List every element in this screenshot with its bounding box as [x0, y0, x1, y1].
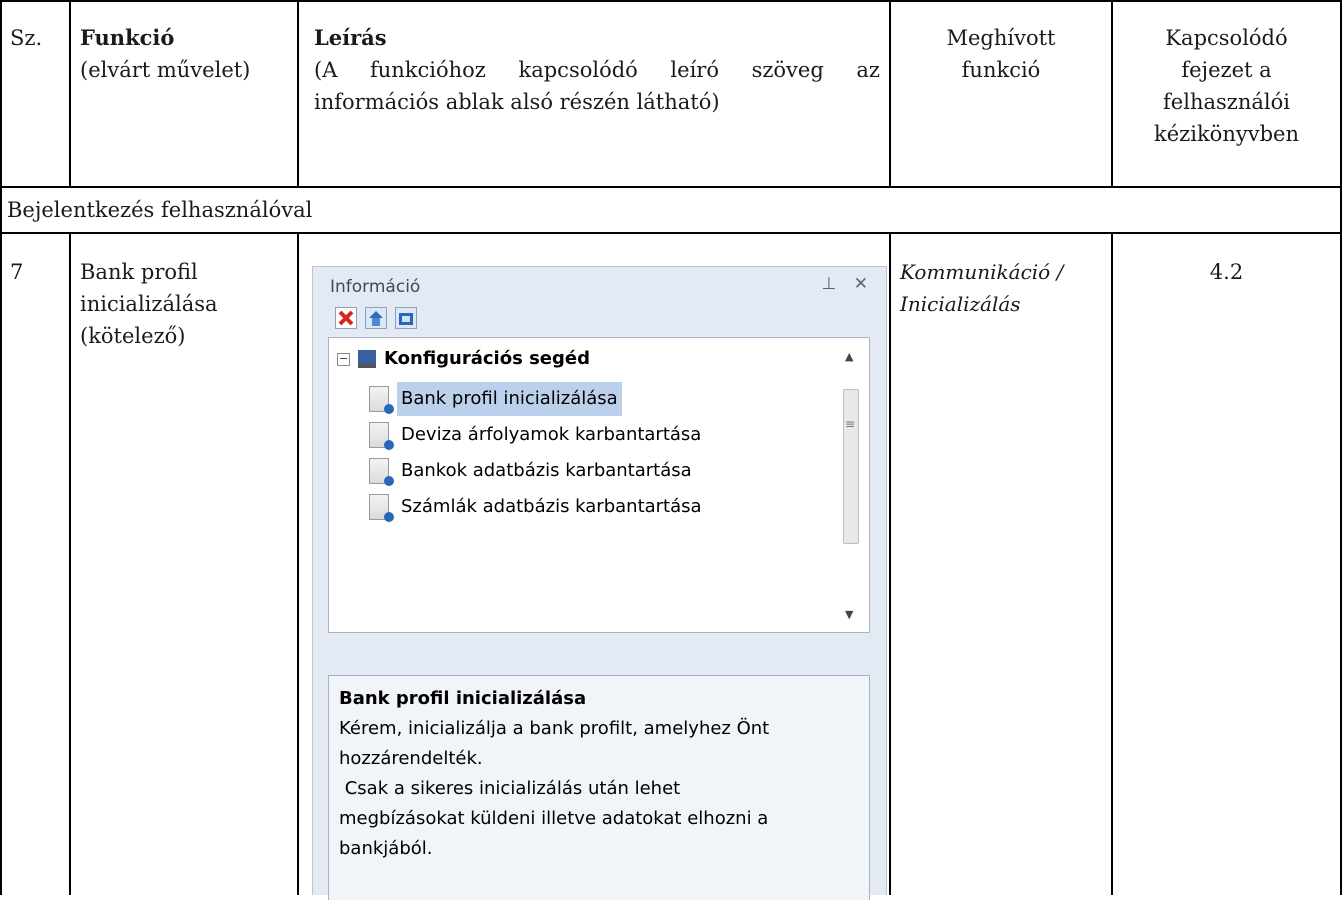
header-funkcio-sub: (elvárt művelet)	[80, 58, 251, 82]
header-funkcio: Funkció (elvárt művelet)	[80, 22, 250, 86]
collapse-icon[interactable]: −	[337, 352, 350, 366]
tree-item-bankok[interactable]: Bankok adatbázis karbantartása	[369, 454, 696, 488]
header-leiras: Leírás (A funkcióhoz kapcsolódó leíró sz…	[314, 22, 880, 118]
scroll-up-icon[interactable]: ▲	[845, 350, 853, 363]
tree-item-label: Deviza árfolyamok karbantartása	[401, 424, 702, 445]
description-line-3: Csak a sikeres inicializálás után lehet	[339, 778, 681, 799]
tree-item-label: Számlák adatbázis karbantartása	[401, 496, 702, 517]
header-kapcsolodo-2: fejezet a	[1181, 58, 1272, 82]
row-funkcio-1: Bank profil	[80, 260, 198, 284]
scroll-grip-icon: ≡	[845, 417, 856, 431]
col-divider-3b	[889, 233, 891, 895]
col-divider-1	[69, 0, 71, 187]
document-gear-icon	[369, 422, 394, 450]
col-divider-2b	[297, 233, 299, 895]
home-icon[interactable]	[365, 307, 387, 329]
header-meghivott-1: Meghívott	[946, 26, 1056, 50]
header-funkcio-title: Funkció	[80, 25, 175, 50]
header-leiras-sub-2: információs ablak alsó részén látható)	[314, 90, 720, 114]
delete-icon[interactable]	[335, 307, 357, 329]
header-meghivott-2: funkció	[961, 58, 1041, 82]
row-funkcio-3: (kötelező)	[80, 324, 186, 348]
col-divider-2	[297, 0, 299, 187]
col-divider-1b	[69, 233, 71, 895]
description-title: Bank profil inicializálása	[339, 688, 587, 709]
document-gear-icon	[369, 494, 394, 522]
tree-panel[interactable]: − Konfigurációs segéd Bank profil inicial…	[328, 337, 870, 633]
header-kapcsolodo: Kapcsolódó fejezet a felhasználói kézikö…	[1113, 22, 1340, 150]
window-icon[interactable]	[395, 307, 417, 329]
scroll-down-icon[interactable]: ▼	[845, 608, 853, 621]
description-line-1: Kérem, inicializálja a bank profilt, ame…	[339, 718, 770, 739]
description-line-5: bankjából.	[339, 838, 433, 859]
section-title: Bejelentkezés felhasználóval	[7, 198, 313, 222]
header-bottom-border	[0, 186, 1342, 188]
row-meghivott: Kommunikáció / Inicializálás	[900, 256, 1063, 320]
section-bottom-border	[0, 232, 1342, 234]
close-icon[interactable]: ✕	[854, 274, 868, 294]
vertical-scrollbar[interactable]: ▲ ≡ ▼	[841, 346, 861, 624]
tree-item-label: Bankok adatbázis karbantartása	[401, 460, 692, 481]
info-window: Információ ⊥ ✕ − Konfigurációs segéd Bank…	[312, 266, 887, 900]
info-window-controls: ⊥ ✕	[810, 274, 868, 294]
computer-icon	[358, 350, 376, 368]
tree-item-szamlak[interactable]: Számlák adatbázis karbantartása	[369, 490, 706, 524]
header-kapcsolodo-1: Kapcsolódó	[1165, 26, 1288, 50]
description-panel: Bank profil inicializálása Kérem, inicia…	[328, 675, 870, 900]
row-funkcio-2: inicializálása	[80, 292, 218, 316]
table-top-border	[0, 0, 1342, 2]
document-gear-icon	[369, 386, 394, 414]
header-leiras-sub-1: (A funkcióhoz kapcsolódó leíró szöveg az	[314, 58, 880, 82]
tree-item-bank-profil[interactable]: Bank profil inicializálása	[369, 382, 622, 416]
info-window-title: Információ	[330, 277, 421, 297]
pin-icon[interactable]: ⊥	[822, 274, 837, 294]
row-meghivott-1: Kommunikáció /	[900, 260, 1064, 284]
tree-item-label: Bank profil inicializálása	[397, 382, 622, 416]
document-gear-icon	[369, 458, 394, 486]
row-meghivott-2: Inicializálás	[900, 292, 1021, 316]
row-sz: 7	[10, 260, 24, 284]
header-sz: Sz.	[10, 26, 43, 50]
header-leiras-title: Leírás	[314, 25, 387, 50]
table-left-border	[0, 0, 2, 895]
header-kapcsolodo-3: felhasználói	[1163, 90, 1290, 114]
document-table: Sz. Funkció (elvárt művelet) Leírás (A f…	[0, 0, 1342, 900]
tree-item-deviza[interactable]: Deviza árfolyamok karbantartása	[369, 418, 705, 452]
row-fejezet: 4.2	[1209, 260, 1244, 284]
description-line-2: hozzárendelték.	[339, 748, 483, 769]
description-line-4: megbízásokat küldeni illetve adatokat el…	[339, 808, 769, 829]
header-kapcsolodo-4: kézikönyvben	[1154, 122, 1299, 146]
scroll-thumb[interactable]	[843, 389, 859, 544]
row-funkcio: Bank profil inicializálása (kötelező)	[80, 256, 218, 352]
col-divider-4b	[1111, 233, 1113, 895]
tree-root-label: Konfigurációs segéd	[384, 348, 590, 369]
header-meghivott: Meghívott funkció	[891, 22, 1111, 86]
tree-root[interactable]: − Konfigurációs segéd	[337, 348, 590, 369]
